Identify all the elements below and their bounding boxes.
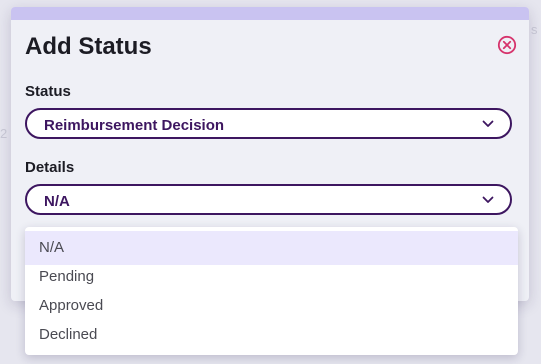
details-select-value: N/A xyxy=(44,193,70,210)
backdrop-text-fragment: s xyxy=(531,22,538,37)
close-button[interactable] xyxy=(497,35,517,55)
status-select[interactable]: Reimbursement Decision xyxy=(25,108,512,139)
backdrop-text-fragment: 2 xyxy=(0,126,8,141)
modal-title: Add Status xyxy=(25,33,152,60)
modal-top-bar xyxy=(11,7,529,20)
details-label: Details xyxy=(25,159,75,176)
status-label: Status xyxy=(25,83,71,100)
status-select-value: Reimbursement Decision xyxy=(44,117,225,134)
close-circle-icon xyxy=(497,35,517,55)
details-dropdown-menu: N/A Pending Approved Declined xyxy=(25,227,518,355)
dropdown-option-declined[interactable]: Declined xyxy=(25,318,518,352)
chevron-down-icon xyxy=(482,196,494,203)
details-select[interactable]: N/A xyxy=(25,184,512,215)
chevron-down-icon xyxy=(482,120,494,127)
